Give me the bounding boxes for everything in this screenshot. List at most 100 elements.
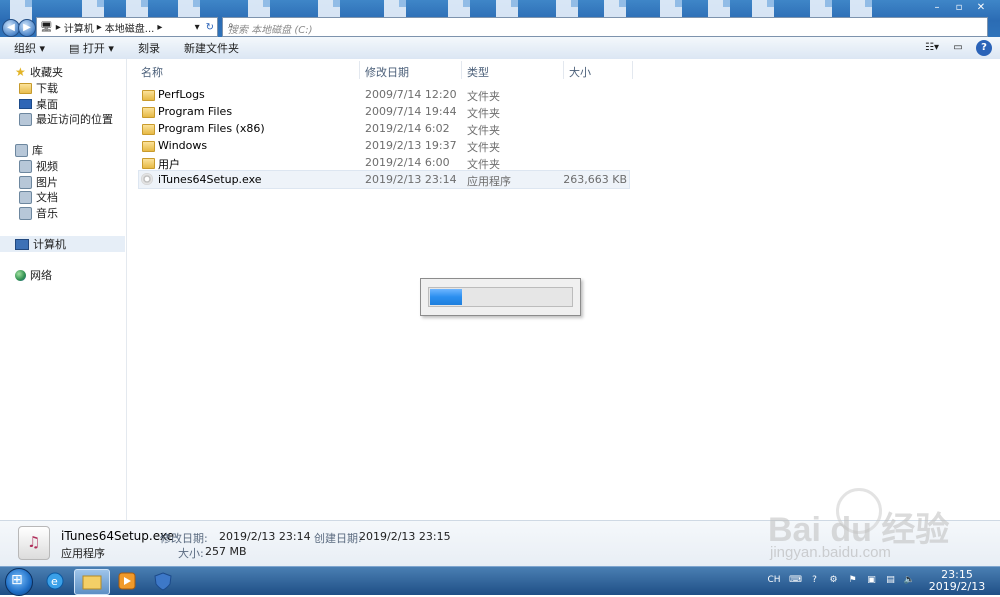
organize-button[interactable]: 组织 ▾: [14, 40, 45, 56]
taskbar-shield-button[interactable]: [146, 569, 180, 593]
nav-label: 最近访问的位置: [36, 113, 113, 126]
network-tray-icon[interactable]: ▤: [884, 574, 897, 587]
file-row-selected[interactable]: iTunes64Setup.exe 2019/2/13 23:14 应用程序 2…: [138, 170, 630, 189]
details-pane: iTunes64Setup.exe 应用程序 修改日期: 2019/2/13 2…: [0, 520, 1000, 567]
nav-label: 计算机: [33, 238, 66, 251]
navigation-pane: ★ 收藏夹 下载 桌面 最近访问的位置 库 视频 图片 文档 音乐 计算机 网络: [0, 59, 127, 520]
itunes-file-icon: [18, 526, 50, 560]
file-row[interactable]: Windows 2019/2/13 19:37 文件夹: [139, 137, 629, 154]
help-icon[interactable]: ?: [976, 40, 992, 56]
system-tray: CH ⌨ ? ⚙ ⚑ ▣ ▤ 🔈: [765, 574, 916, 587]
column-type[interactable]: 类型: [467, 64, 489, 80]
shield-icon: [154, 572, 172, 591]
address-bar[interactable]: 🖥 ▸ 计算机 ▸ 本地磁盘... ▸ ▾ ↻: [36, 17, 218, 37]
nav-recent-places[interactable]: 最近访问的位置: [19, 111, 113, 127]
desktop-icon: [19, 99, 32, 109]
keyboard-icon[interactable]: ⌨: [789, 574, 802, 587]
breadcrumb-computer[interactable]: 计算机: [64, 20, 94, 35]
nav-network[interactable]: 网络: [15, 267, 52, 283]
folder-icon: [142, 107, 155, 118]
nav-computer[interactable]: 计算机: [15, 236, 66, 252]
breadcrumb-separator-icon: ▸: [96, 21, 102, 33]
ime-indicator[interactable]: CH: [765, 574, 783, 587]
nav-libraries[interactable]: 库: [15, 142, 43, 158]
network-icon: [15, 269, 26, 281]
file-date: 2019/2/13 23:14: [365, 173, 457, 186]
open-button-label: 打开 ▾: [82, 42, 114, 55]
forward-icon[interactable]: ▶: [18, 19, 36, 37]
flag-icon[interactable]: ⚑: [846, 574, 859, 587]
file-name: iTunes64Setup.exe: [158, 173, 262, 186]
folder-icon: [82, 575, 102, 590]
file-row[interactable]: 用户 2019/2/14 6:00 文件夹: [139, 154, 629, 171]
nav-documents[interactable]: 文档: [19, 189, 58, 205]
details-size-value: 257 MB: [205, 545, 247, 558]
details-filename: iTunes64Setup.exe: [61, 529, 174, 543]
computer-small-icon: 🖥: [40, 21, 53, 33]
nav-label: 音乐: [36, 207, 58, 220]
volume-icon[interactable]: 🔈: [903, 574, 916, 587]
folder-icon: [142, 141, 155, 152]
nav-videos[interactable]: 视频: [19, 158, 58, 174]
maximize-icon[interactable]: ▫: [948, 0, 970, 16]
minimize-icon[interactable]: –: [926, 0, 948, 16]
file-name: Windows: [158, 139, 208, 152]
taskbar-media-player-button[interactable]: [110, 569, 144, 593]
nav-favorites[interactable]: ★ 收藏夹: [15, 64, 63, 80]
file-row[interactable]: Program Files (x86) 2019/2/14 6:02 文件夹: [139, 120, 629, 137]
search-icon[interactable]: ⌕: [228, 20, 983, 31]
file-row[interactable]: PerfLogs 2009/7/14 12:20 文件夹: [139, 86, 629, 103]
column-size[interactable]: 大小: [569, 64, 591, 80]
search-box[interactable]: 搜索 本地磁盘 (C:) ⌕: [222, 17, 988, 37]
breadcrumb-separator-icon: ▸: [157, 21, 163, 33]
open-button[interactable]: ▤ 打开 ▾: [69, 40, 114, 56]
close-icon[interactable]: ✕: [970, 0, 992, 16]
videos-icon: [19, 159, 32, 173]
libraries-icon: [15, 143, 28, 157]
device-icon[interactable]: ▣: [865, 574, 878, 587]
file-type: 文件夹: [467, 107, 500, 120]
file-name: PerfLogs: [158, 88, 205, 101]
details-filetype: 应用程序: [61, 547, 105, 560]
folder-icon: [142, 158, 155, 169]
nav-desktop[interactable]: 桌面: [19, 96, 58, 112]
new-folder-button[interactable]: 新建文件夹: [184, 40, 239, 56]
folder-icon: [142, 90, 155, 101]
nav-pictures[interactable]: 图片: [19, 174, 58, 190]
taskbar-ie-button[interactable]: e: [38, 569, 72, 593]
preview-pane-icon[interactable]: ▭: [950, 40, 966, 56]
settings-tray-icon[interactable]: ⚙: [827, 574, 840, 587]
svg-text:e: e: [51, 575, 58, 588]
start-button[interactable]: [5, 568, 33, 596]
recent-places-icon: [19, 112, 32, 126]
file-date: 2009/7/14 12:20: [365, 88, 457, 101]
nav-label: 网络: [30, 269, 52, 282]
details-created-value: 2019/2/13 23:15: [359, 530, 451, 543]
breadcrumb-local-disk[interactable]: 本地磁盘...: [105, 20, 155, 35]
taskbar-explorer-button[interactable]: [74, 569, 110, 595]
clock[interactable]: 23:15 2019/2/13: [922, 569, 992, 593]
file-date: 2009/7/14 19:44: [365, 105, 457, 118]
burn-button[interactable]: 刻录: [138, 40, 160, 56]
open-file-icon: ▤: [69, 42, 83, 55]
file-name: Program Files (x86): [158, 122, 265, 135]
music-icon: [19, 206, 32, 220]
address-dropdown-icon[interactable]: ▾: [195, 22, 200, 33]
view-options-icon[interactable]: ☷▾: [924, 40, 940, 56]
folder-icon: [142, 124, 155, 135]
pictures-icon: [19, 175, 32, 189]
nav-downloads[interactable]: 下载: [19, 80, 58, 96]
media-player-icon: [118, 572, 136, 590]
nav-label: 库: [32, 144, 43, 157]
refresh-icon[interactable]: ↻: [206, 22, 214, 33]
help-tray-icon[interactable]: ?: [808, 574, 821, 587]
nav-label: 图片: [36, 176, 58, 189]
column-name[interactable]: 名称: [141, 64, 163, 80]
nav-music[interactable]: 音乐: [19, 205, 58, 221]
file-row[interactable]: Program Files 2009/7/14 19:44 文件夹: [139, 103, 629, 120]
column-date[interactable]: 修改日期: [365, 64, 409, 80]
nav-label: 收藏夹: [30, 66, 63, 79]
file-type: 文件夹: [467, 141, 500, 154]
file-type: 应用程序: [467, 175, 511, 188]
taskbar: e CH ⌨ ? ⚙ ⚑ ▣ ▤ 🔈: [0, 566, 1000, 596]
